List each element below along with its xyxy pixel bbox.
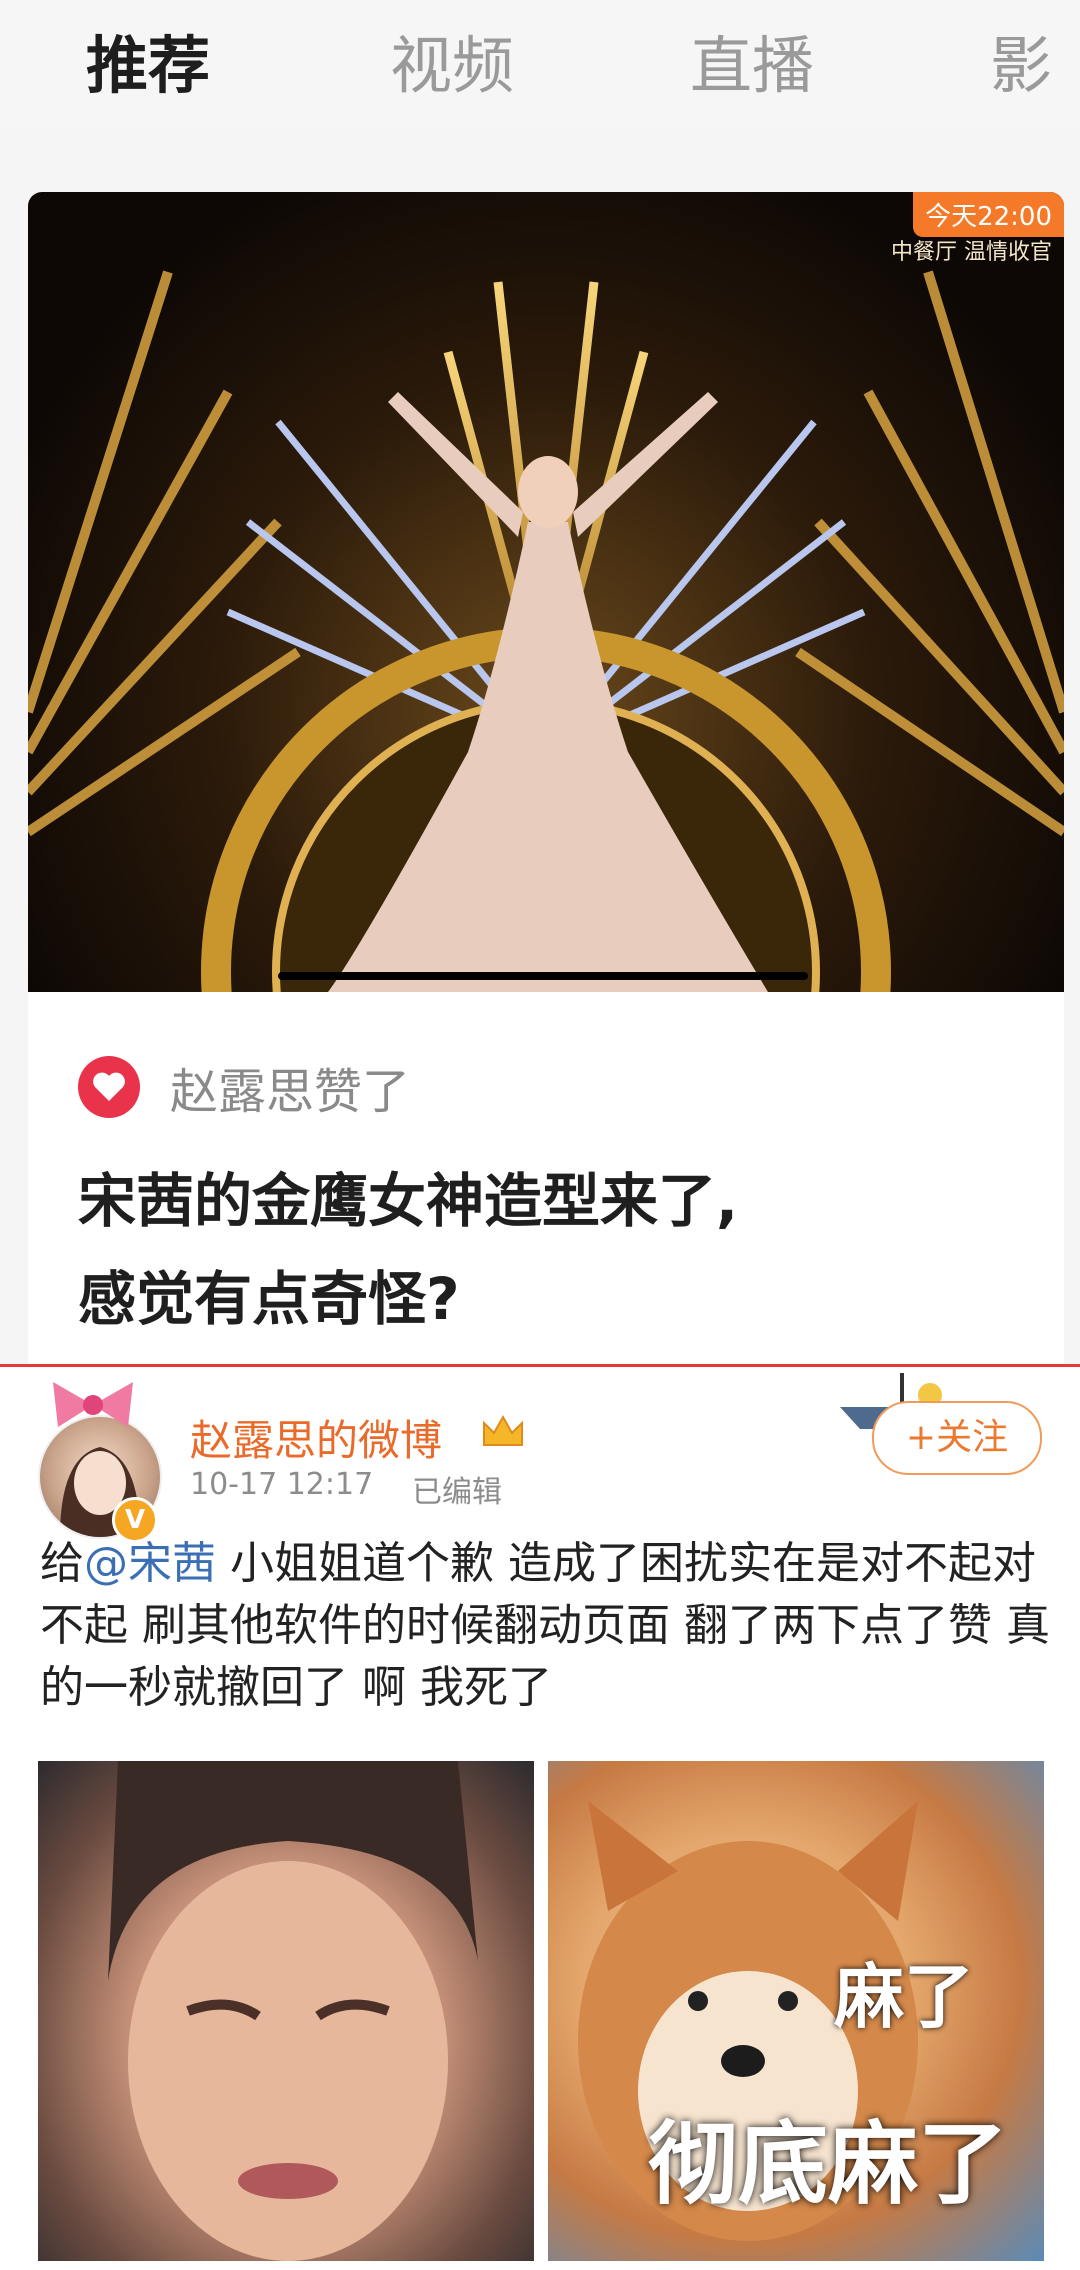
bow-decoration-icon <box>53 1382 133 1427</box>
weibo-post: V 赵露思的微博 10-17 12:17 已编辑 +关注 给@宋茜 小姐姐道个歉… <box>0 1367 1080 2270</box>
tab-live[interactable]: 直播 <box>690 30 814 102</box>
liked-by-label: 赵露思赞了 <box>170 1064 411 1120</box>
post-time: 10-17 12:17 <box>190 1467 374 1502</box>
liked-by-row: 赵露思赞了 <box>78 1052 410 1122</box>
post-body: 给@宋茜 小姐姐道个歉 造成了困扰实在是对不起对不起 刷其他软件的时候翻动页面 … <box>40 1533 1050 1719</box>
top-tab-bar: 推荐 视频 直播 影 <box>0 0 1080 130</box>
schedule-badge: 今天22:00 <box>913 192 1064 237</box>
mention-link[interactable]: @宋茜 <box>84 1538 216 1589</box>
post-image-shiba[interactable]: 麻了 彻底麻了 <box>548 1761 1044 2261</box>
headline-line-1: 宋茜的金鹰女神造型来了, <box>78 1167 739 1235</box>
post-image-face[interactable] <box>38 1761 534 2261</box>
edited-label: 已编辑 <box>412 1475 502 1510</box>
stage-scene-graphic <box>28 232 1064 992</box>
video-thumbnail[interactable]: 今天22:00 中餐厅 温情收官 <box>28 192 1064 992</box>
tab-video[interactable]: 视频 <box>390 30 514 102</box>
feed-card[interactable]: 今天22:00 中餐厅 温情收官 赵露思赞了 宋茜的金鹰女神造型来了, 感觉有点… <box>28 192 1064 1372</box>
headline-line-2: 感觉有点奇怪? <box>78 1265 460 1333</box>
crown-icon <box>483 1414 523 1446</box>
heart-icon <box>78 1056 140 1118</box>
meme-caption-bottom: 彻底麻了 <box>648 2112 1008 2217</box>
video-progress-bar[interactable] <box>278 972 808 980</box>
tab-recommend[interactable]: 推荐 <box>86 30 210 102</box>
feed-card-area: 今天22:00 中餐厅 温情收官 赵露思赞了 宋茜的金鹰女神造型来了, 感觉有点… <box>0 130 1080 1372</box>
follow-button[interactable]: +关注 <box>872 1401 1042 1475</box>
meme-caption-top: 麻了 <box>834 1956 974 2038</box>
tab-film[interactable]: 影 <box>990 30 1052 102</box>
author-name[interactable]: 赵露思的微博 <box>190 1407 442 1468</box>
article-headline[interactable]: 宋茜的金鹰女神造型来了, 感觉有点奇怪? <box>78 1152 1028 1348</box>
post-text-prefix: 给 <box>40 1538 84 1589</box>
channel-caption: 中餐厅 温情收官 <box>891 240 1052 265</box>
